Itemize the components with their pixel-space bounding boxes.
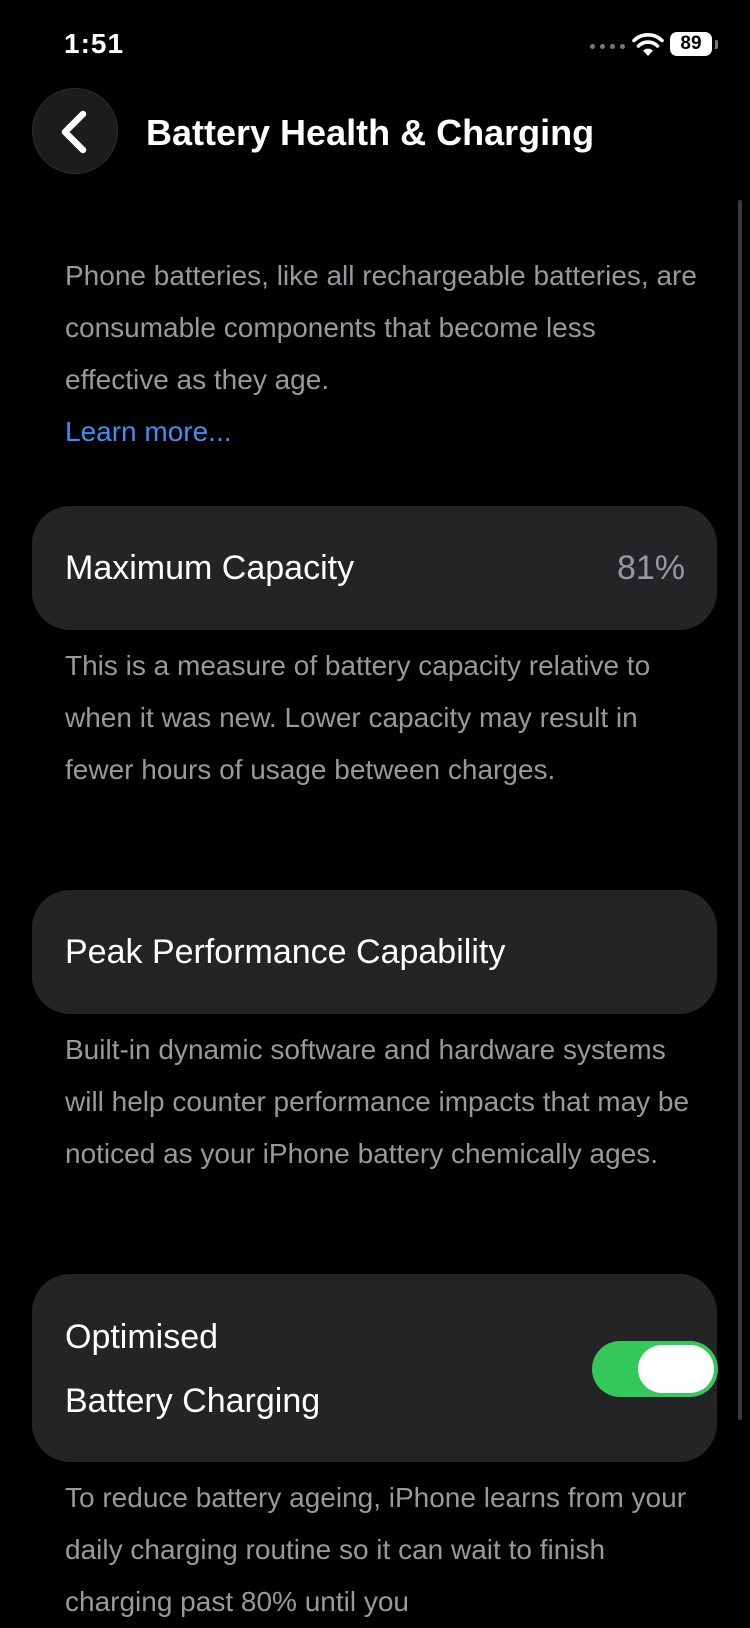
peak-performance-label: Peak Performance Capability — [65, 933, 506, 971]
optimised-charging-toggle[interactable] — [592, 1341, 718, 1397]
scrollbar[interactable] — [738, 200, 742, 1420]
toggle-knob — [638, 1345, 714, 1393]
peak-performance-card: Peak Performance Capability — [32, 890, 717, 1014]
optimised-charging-card: Optimised Battery Charging — [32, 1274, 718, 1462]
page-title: Battery Health & Charging — [146, 112, 595, 153]
cellular-signal-icon — [590, 44, 625, 49]
chevron-left-icon — [61, 110, 87, 154]
maximum-capacity-description: This is a measure of battery capacity re… — [65, 650, 651, 785]
optimised-charging-description: To reduce battery ageing, iPhone learns … — [65, 1482, 687, 1617]
status-time: 1:51 — [64, 28, 125, 59]
optimised-charging-label-line2: Battery Charging — [65, 1382, 321, 1420]
optimised-charging-label-line1: Optimised — [65, 1318, 219, 1356]
maximum-capacity-card: Maximum Capacity 81% — [32, 506, 717, 630]
wifi-icon — [632, 33, 664, 56]
battery-icon: 89 — [670, 32, 712, 56]
peak-performance-description: Built-in dynamic software and hardware s… — [65, 1034, 690, 1169]
intro-description: Phone batteries, like all rechargeable b… — [65, 260, 697, 395]
maximum-capacity-value: 81% — [616, 549, 685, 587]
back-button[interactable] — [32, 88, 118, 174]
intro-text-block: Phone batteries, like all rechargeable b… — [65, 250, 705, 458]
maximum-capacity-label: Maximum Capacity — [65, 549, 355, 587]
learn-more-link[interactable]: Learn more... — [65, 406, 705, 458]
battery-terminal — [715, 40, 718, 49]
status-bar: 1:51 89 — [0, 0, 750, 90]
